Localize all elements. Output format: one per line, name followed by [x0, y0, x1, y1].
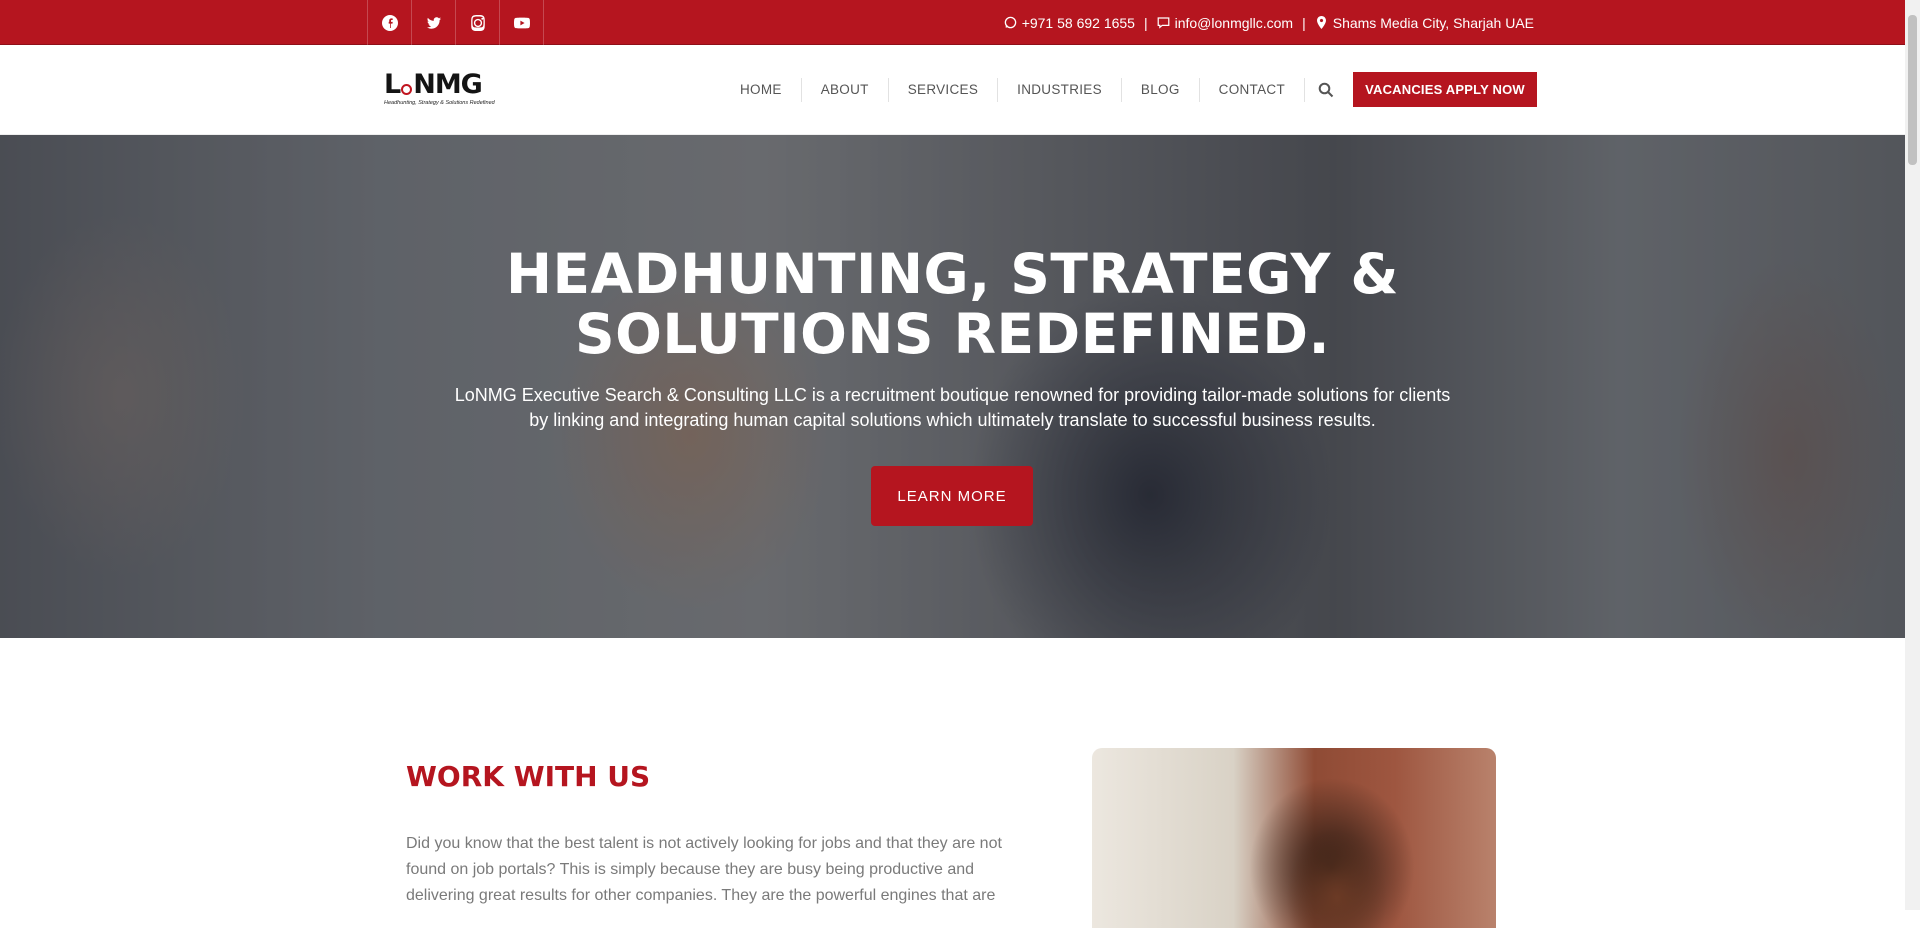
social-links [367, 0, 544, 45]
scrollbar-thumb[interactable] [1908, 15, 1917, 165]
hero-title-line2: SOLUTIONS REDEFINED. [575, 302, 1330, 366]
logo-text-left: L [384, 69, 401, 100]
location-contact: Shams Media City, Sharjah UAE [1315, 15, 1534, 31]
location-text: Shams Media City, Sharjah UAE [1332, 14, 1534, 31]
email-contact[interactable]: info@lonmgllc.com [1157, 15, 1293, 31]
learn-more-button[interactable]: LEARN MORE [871, 466, 1033, 526]
email-address: info@lonmgllc.com [1174, 14, 1294, 31]
message-icon [1157, 17, 1169, 29]
nav-industries[interactable]: INDUSTRIES [998, 78, 1122, 102]
woman-portrait-image [1092, 748, 1496, 928]
nav-about[interactable]: ABOUT [802, 78, 889, 102]
instagram-icon [470, 14, 485, 31]
nav-contact[interactable]: CONTACT [1200, 78, 1305, 102]
nav-home[interactable]: HOME [721, 78, 802, 102]
facebook-icon [381, 14, 398, 31]
main-nav: HOME ABOUT SERVICES INDUSTRIES BLOG CONT… [721, 45, 1305, 135]
page-scrollbar[interactable] [1905, 0, 1920, 910]
hero-title-line1: HEADHUNTING, STRATEGY & [506, 242, 1399, 306]
hero-description: LoNMG Executive Search & Consulting LLC … [454, 385, 1451, 430]
search-icon[interactable] [1318, 82, 1334, 98]
separator: | [1143, 14, 1148, 31]
separator: | [1302, 14, 1306, 31]
youtube-icon [513, 17, 530, 28]
youtube-link[interactable] [500, 0, 544, 45]
twitter-icon [426, 16, 441, 29]
hero-content: HEADHUNTING, STRATEGY & SOLUTIONS REDEFI… [0, 135, 1905, 638]
twitter-link[interactable] [412, 0, 456, 45]
work-with-us-text: Did you know that the best talent is not… [406, 835, 1002, 904]
instagram-link[interactable] [456, 0, 500, 45]
phone-number: +971 58 692 1655 [1021, 14, 1135, 31]
facebook-link[interactable] [368, 0, 412, 45]
site-logo[interactable]: L NMG Headhunting, Strategy & Solutions R… [384, 71, 495, 107]
phone-contact[interactable]: +971 58 692 1655 [1004, 15, 1135, 31]
nav-services[interactable]: SERVICES [889, 78, 999, 102]
contact-info: +971 58 692 1655 | info@lonmgllc.com | S… [1004, 0, 1534, 45]
nav-blog[interactable]: BLOG [1122, 78, 1200, 102]
logo-tagline: Headhunting, Strategy & Solutions Redefi… [384, 100, 495, 106]
vacancies-apply-button[interactable]: VACANCIES APPLY NOW [1353, 72, 1537, 107]
hero-banner: HEADHUNTING, STRATEGY & SOLUTIONS REDEFI… [0, 135, 1905, 638]
map-pin-icon [1316, 16, 1326, 29]
top-bar: +971 58 692 1655 | info@lonmgllc.com | S… [0, 0, 1905, 45]
whatsapp-icon [1004, 16, 1016, 29]
logo-ring-icon [401, 84, 413, 95]
hero-title: HEADHUNTING, STRATEGY & SOLUTIONS REDEFI… [0, 244, 1905, 364]
logo-text-right: NMG [413, 69, 483, 100]
work-with-us-heading: WORK WITH US [406, 760, 651, 793]
logo-wordmark: L NMG [384, 71, 490, 99]
